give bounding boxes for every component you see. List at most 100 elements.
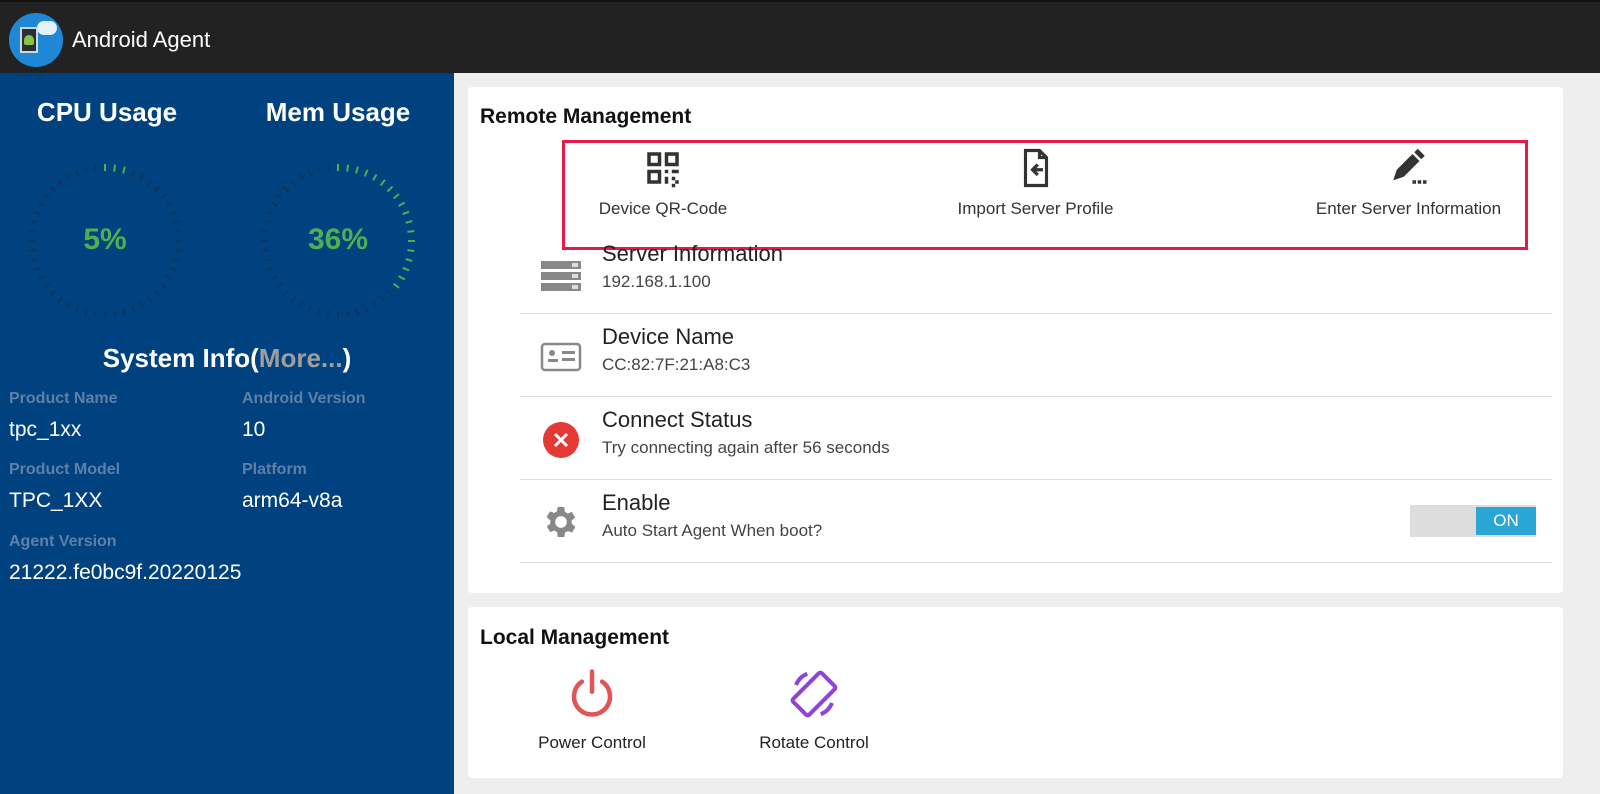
cpu-value: 5% [83,223,127,256]
gauge-tick [49,289,57,297]
product-model-label: Product Model [9,461,121,478]
mem-usage-title: Mem Usage [265,97,411,127]
product-name-value: tpc_1xx [9,418,82,441]
system-info-label: System Info( [102,343,259,373]
product-model-value: TPC_1XX [9,489,103,512]
gauge-tick [49,185,57,193]
gauge-tick [153,289,161,297]
gauge-tick [122,166,126,174]
agent-version-value: 21222.fe0bc9f.20220125 [9,561,242,584]
gauge-tick [372,173,378,181]
action-label: Device QR-Code [598,199,728,218]
action-label: Power Control [538,733,646,752]
gauge-tick [93,164,97,172]
agent-version-label: Agent Version [9,533,117,550]
gauge-tick [139,301,145,309]
gauge-tick [282,185,290,193]
gauge-tick [159,282,167,289]
id-card-icon [540,342,582,372]
gauge-tick [402,210,410,216]
connect-status-row[interactable]: Connect Status Try connecting again afte… [520,397,1552,480]
rotate-control-button[interactable]: Rotate Control [744,667,884,753]
import-server-profile-button[interactable]: Import Server Profile [948,147,1123,219]
gauge-tick [290,179,297,187]
gauge-tick [317,166,321,174]
row-title: Device Name [602,324,735,349]
gauge-tick [398,275,406,281]
platform-label: Platform [242,461,307,478]
gauge-tick [130,305,136,313]
gauge-tick [386,185,394,193]
gauge-tick [37,275,45,281]
gauge-tick [363,169,369,177]
gauge-tick [298,301,304,309]
gauge-tick [392,193,400,200]
gauge-tick [139,173,145,181]
gauge-tick [386,289,394,297]
gauge-tick [30,258,38,262]
gauge-tick [37,201,45,207]
server-information-row[interactable]: Server Information 192.168.1.100 [520,231,1552,314]
gauge-tick [326,164,330,172]
gauge-tick [307,305,313,313]
auto-start-toggle[interactable]: ON [1410,505,1536,537]
server-icon [541,261,581,291]
local-management-title: Local Management [480,626,670,649]
gauge-tick [372,301,378,309]
gauge-tick [402,266,410,272]
app-bar: Android Agent [0,0,1600,73]
toggle-state: ON [1476,507,1536,535]
gauge-tick [153,185,161,193]
gauge-tick [276,193,284,200]
power-control-button[interactable]: Power Control [522,667,662,753]
android-version-label: Android Version [242,390,366,407]
gauge-tick [398,201,406,207]
gauge-tick [172,258,180,262]
rotate-icon [790,670,838,718]
paren: ) [342,343,352,373]
gauge-tick [65,173,71,181]
more-link[interactable]: More... [259,343,343,373]
system-info-title: System Info(More...) [0,343,454,374]
gauge-tick [282,289,290,297]
mem-gauge: 36% [258,161,418,321]
gauge-tick [405,258,413,262]
gauge-tick [266,266,274,272]
product-name-label: Product Name [9,390,118,407]
remote-management-card: Remote Management Device QR-Code Import … [468,87,1563,593]
device-name-row[interactable]: Device Name CC:82:7F:21:A8:C3 [520,314,1552,397]
gauge-tick [65,301,71,309]
device-qr-code-button[interactable]: Device QR-Code [588,147,738,219]
gauge-tick [113,310,117,318]
gauge-tick [355,308,359,316]
gauge-tick [276,282,284,289]
gauge-tick [84,308,88,316]
gauge-tick [266,210,274,216]
row-subtitle: Try connecting again after 56 seconds [602,438,890,457]
gauge-tick [169,266,177,272]
gauge-tick [165,275,173,281]
file-import-icon [1023,148,1048,188]
gauge-tick [379,295,386,303]
gauge-tick [290,295,297,303]
status-panel: CPU Usage Mem Usage 5% 36% System Info(M… [0,73,454,794]
gauge-tick [33,210,41,216]
row-subtitle: 192.168.1.100 [602,272,711,291]
app-logo-icon [9,13,63,67]
gauge-tick [270,201,278,207]
gauge-tick [317,308,321,316]
gauge-tick [43,193,51,200]
gauge-tick [146,295,153,303]
gauge-tick [146,179,153,187]
gauge-tick [346,164,350,172]
error-icon [543,422,579,458]
app-title: Android Agent [72,27,211,52]
action-label: Enter Server Information [1315,199,1502,218]
enter-server-information-button[interactable]: Enter Server Information [1306,147,1511,219]
row-subtitle: Auto Start Agent When boot? [602,521,823,540]
cpu-gauge: 5% [25,161,185,321]
gauge-tick [122,308,126,316]
gauge-tick [169,210,177,216]
pencil-icon [1392,148,1426,184]
platform-value: arm64-v8a [242,489,343,512]
